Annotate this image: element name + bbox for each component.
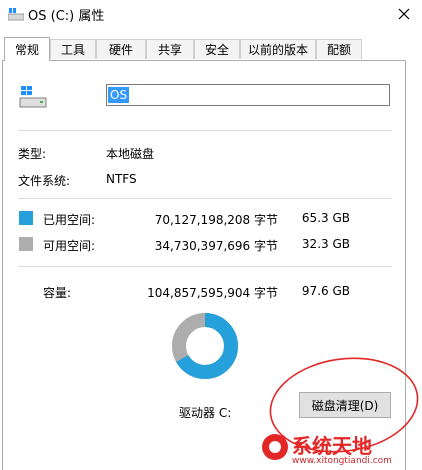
drive-icon bbox=[8, 8, 24, 21]
filesystem-value: NTFS bbox=[106, 172, 137, 186]
free-space-label: 可用空间: bbox=[43, 239, 96, 253]
type-label: 类型: bbox=[18, 147, 47, 161]
separator bbox=[18, 130, 392, 131]
drive-name-input[interactable] bbox=[106, 84, 390, 106]
used-space-label: 已用空间: bbox=[43, 213, 96, 227]
used-space-size: 65.3 GB bbox=[301, 211, 350, 225]
capacity-size: 97.6 GB bbox=[301, 284, 350, 298]
used-space-bytes: 70,127,198,208 字节 bbox=[154, 213, 278, 227]
separator bbox=[18, 198, 392, 199]
close-button[interactable] bbox=[386, 0, 422, 28]
free-space-size: 32.3 GB bbox=[301, 237, 350, 251]
title-bar: OS (C:) 属性 bbox=[0, 0, 422, 28]
filesystem-label: 文件系统: bbox=[18, 174, 71, 188]
free-space-bytes: 34,730,397,696 字节 bbox=[154, 239, 278, 253]
free-space-swatch bbox=[19, 237, 33, 251]
drive-name-value: OS bbox=[108, 87, 130, 103]
tab-previous-versions[interactable]: 以前的版本 bbox=[240, 39, 316, 59]
tab-general[interactable]: 常规 bbox=[4, 37, 50, 61]
watermark-brand: 系统天地 bbox=[292, 434, 372, 458]
tab-quota[interactable]: 配额 bbox=[316, 39, 362, 59]
used-space-swatch bbox=[19, 211, 33, 225]
watermark-url: www.xitongtiandi.com bbox=[292, 456, 392, 466]
usage-donut-chart bbox=[172, 313, 238, 379]
tab-sharing[interactable]: 共享 bbox=[146, 39, 194, 59]
watermark-logo-icon bbox=[262, 434, 288, 460]
disk-cleanup-button[interactable]: 磁盘清理(D) bbox=[299, 392, 391, 418]
capacity-label: 容量: bbox=[43, 286, 72, 300]
close-icon bbox=[398, 8, 410, 20]
capacity-bytes: 104,857,595,904 字节 bbox=[147, 286, 278, 300]
window-title: OS (C:) 属性 bbox=[28, 9, 105, 24]
tab-hardware[interactable]: 硬件 bbox=[96, 39, 146, 59]
drive-letter-label: 驱动器 C: bbox=[179, 406, 232, 420]
separator bbox=[18, 266, 392, 267]
type-value: 本地磁盘 bbox=[106, 147, 155, 161]
tab-strip: 常规 工具 硬件 共享 安全 以前的版本 配额 bbox=[0, 37, 422, 61]
tab-security[interactable]: 安全 bbox=[194, 39, 240, 59]
tab-tools[interactable]: 工具 bbox=[50, 39, 96, 59]
hard-drive-icon bbox=[19, 86, 47, 108]
watermark: 系统天地 www.xitongtiandi.com bbox=[258, 430, 422, 470]
